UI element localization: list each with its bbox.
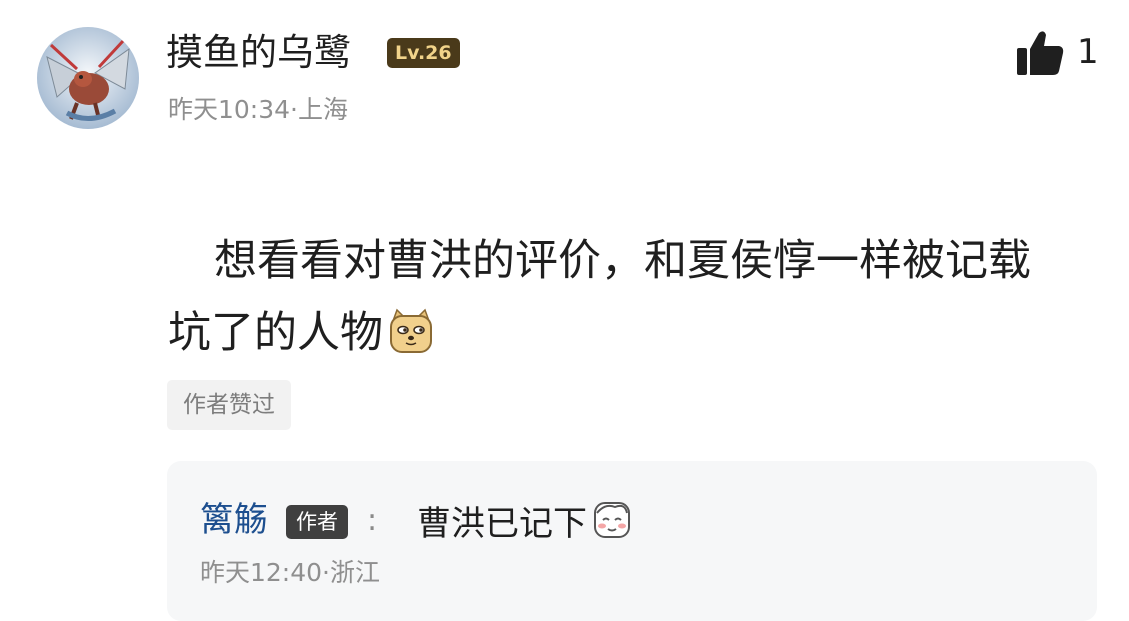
meta-separator: · [322,558,330,587]
shy-emoji-icon [594,502,630,538]
reply-text: 曹洪已记下 [417,499,633,547]
author-badge: 作者 [286,505,348,539]
doge-emoji-icon [390,308,432,353]
reply-author-name[interactable]: 篱觞 [200,497,268,543]
level-badge: Lv.26 [387,38,460,68]
comment-body: 想看看对曹洪的评价，和夏侯惇一样被记载 坑了的人物 [168,225,1088,369]
reply-location: 浙江 [330,558,381,587]
comment-text-tail: 坑了的人物 [168,308,383,358]
like-button[interactable]: 1 [1015,26,1105,80]
user-avatar[interactable] [37,27,139,129]
reply-text-content: 曹洪已记下 [417,504,587,544]
author-liked-tag: 作者赞过 [167,380,291,430]
reply-time: 昨天12:40 [200,558,323,587]
like-count: 1 [1077,32,1099,72]
reply-meta: 昨天12:40·浙江 [200,555,380,591]
post-location: 上海 [298,95,349,124]
author-reply[interactable]: 篱觞 作者 : 曹洪已记下 昨天12:40·浙江 [167,461,1097,621]
username[interactable]: 摸鱼的乌鹭 [166,28,351,78]
post-meta: 昨天10:34·上海 [168,92,348,128]
comment-text-line: 想看看对曹洪的评价，和夏侯惇一样被记载 [214,236,1031,286]
meta-separator: · [290,95,298,124]
reply-colon: : [367,503,378,538]
comment-text-line: 坑了的人物 [168,297,1088,369]
thumbs-up-icon [1017,31,1064,75]
post-time: 昨天10:34 [168,95,291,124]
